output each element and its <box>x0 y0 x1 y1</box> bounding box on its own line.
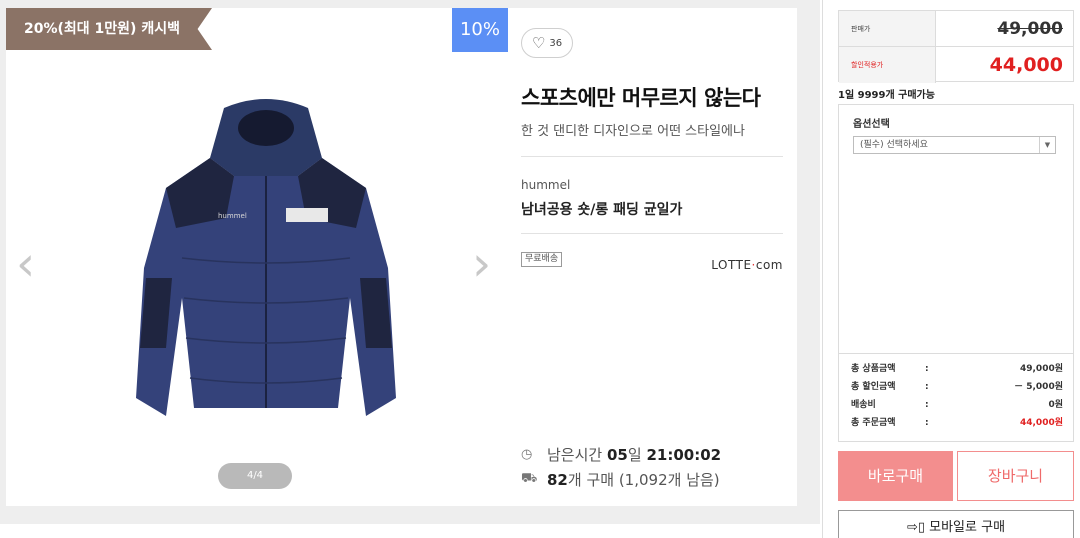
summary-label: 배송비 <box>851 400 876 410</box>
purchase-count: ⛟ 82 개 구매 (1,092개 남음) <box>521 469 720 490</box>
original-price: 49,000 <box>997 19 1063 39</box>
summary-label: 총 주문금액 <box>851 418 896 428</box>
remaining-days: 05 <box>606 445 628 464</box>
sale-price: 44,000 <box>989 54 1063 76</box>
mobile-order-label: 모바일로 구매 <box>929 520 1006 535</box>
summary-value: 49,000원 <box>1019 364 1063 374</box>
remaining-label: 남은시간 <box>547 446 603 464</box>
summary-row-subtotal: 총 상품금액 : 49,000원 <box>851 360 1063 378</box>
next-image-arrow-icon[interactable]: › <box>472 240 491 288</box>
sale-label: 할인적용가 <box>839 47 936 83</box>
order-summary: 총 상품금액 : 49,000원 총 할인금액 : － 5,000원 배송비 :… <box>838 354 1074 442</box>
original-price-row: 판매가 49,000 <box>839 11 1073 47</box>
product-subtitle: 한 것 댄디한 디자인으로 어떤 스타일에나 <box>521 124 745 139</box>
free-shipping-badge: 무료배송 <box>521 252 563 267</box>
product-name: 남녀공용 숏/롱 패딩 균일가 <box>521 202 683 218</box>
product-info: ♡ 36 스포츠에만 머무르지 않는다 한 것 댄디한 디자인으로 어떤 스타일… <box>521 8 783 506</box>
option-select[interactable]: (필수) 선택하세요 ▼ <box>853 136 1056 154</box>
summary-colon: : <box>925 418 929 428</box>
seller-logo-left: LOTTE <box>711 258 752 272</box>
like-button[interactable]: ♡ 36 <box>521 28 573 58</box>
summary-row-total: 총 주문금액 : 44,000원 <box>851 414 1063 432</box>
page-background-bottom <box>0 524 820 538</box>
option-title: 옵션선택 <box>853 119 890 130</box>
clock-icon: ◷ <box>521 447 533 462</box>
remaining-days-unit: 일 <box>627 446 642 464</box>
discount-badge: 10% <box>452 8 508 52</box>
svg-text:hummel: hummel <box>218 212 247 220</box>
info-divider <box>521 156 783 157</box>
summary-value: 44,000원 <box>1019 418 1063 428</box>
remaining-time: ◷ 남은시간 05 일 21:00:02 <box>521 444 721 465</box>
summary-colon: : <box>925 400 929 410</box>
product-card: hummel 20%(최대 1만원) 캐시백 10% ‹ › 4/4 ♡ 36 … <box>6 8 797 506</box>
price-table: 판매가 49,000 할인적용가 44,000 <box>838 10 1074 83</box>
option-box: 옵션선택 (필수) 선택하세요 ▼ <box>838 104 1074 354</box>
product-image[interactable]: hummel <box>126 98 406 438</box>
prev-image-arrow-icon[interactable]: ‹ <box>16 240 35 288</box>
purchase-left: (1,092개 남음) <box>618 471 720 489</box>
price-label: 판매가 <box>839 11 936 46</box>
add-to-cart-button[interactable]: 장바구니 <box>957 451 1074 501</box>
summary-label: 총 상품금액 <box>851 364 896 374</box>
product-gallery: hummel 20%(최대 1만원) 캐시백 10% ‹ › 4/4 <box>6 8 511 506</box>
summary-value: － 5,000원 <box>1014 382 1063 392</box>
summary-row-shipping: 배송비 : 0원 <box>851 396 1063 414</box>
cart-icon: ⛟ <box>521 471 538 486</box>
sale-price-row: 할인적용가 44,000 <box>839 47 1073 83</box>
mobile-icon: ⇨▯ <box>906 520 925 535</box>
seller-logo-right: com <box>755 258 783 272</box>
like-count: 36 <box>549 37 563 49</box>
cashback-tag: 20%(최대 1만원) 캐시백 <box>6 8 212 50</box>
image-pager: 4/4 <box>218 463 292 489</box>
info-divider <box>521 233 783 234</box>
summary-colon: : <box>925 364 929 374</box>
product-title: 스포츠에만 머무르지 않는다 <box>521 86 761 110</box>
brand-name: hummel <box>521 178 571 192</box>
buy-now-button[interactable]: 바로구매 <box>838 451 953 501</box>
daily-limit: 1일 9999개 구매가능 <box>838 90 935 101</box>
summary-label: 총 할인금액 <box>851 382 896 392</box>
column-divider <box>822 0 823 538</box>
purchase-unit: 개 구매 <box>567 471 615 489</box>
summary-value: 0원 <box>1048 400 1063 410</box>
mobile-order-button[interactable]: ⇨▯ 모바일로 구매 <box>838 510 1074 538</box>
heart-icon: ♡ <box>531 33 546 52</box>
purchase-number: 82 <box>547 470 568 489</box>
option-placeholder: (필수) 선택하세요 <box>860 140 928 150</box>
summary-colon: : <box>925 382 929 392</box>
remaining-clock: 21:00:02 <box>646 445 722 464</box>
chevron-down-icon: ▼ <box>1039 137 1055 153</box>
seller-logo[interactable]: LOTTE·com <box>711 258 783 272</box>
summary-row-discount: 총 할인금액 : － 5,000원 <box>851 378 1063 396</box>
